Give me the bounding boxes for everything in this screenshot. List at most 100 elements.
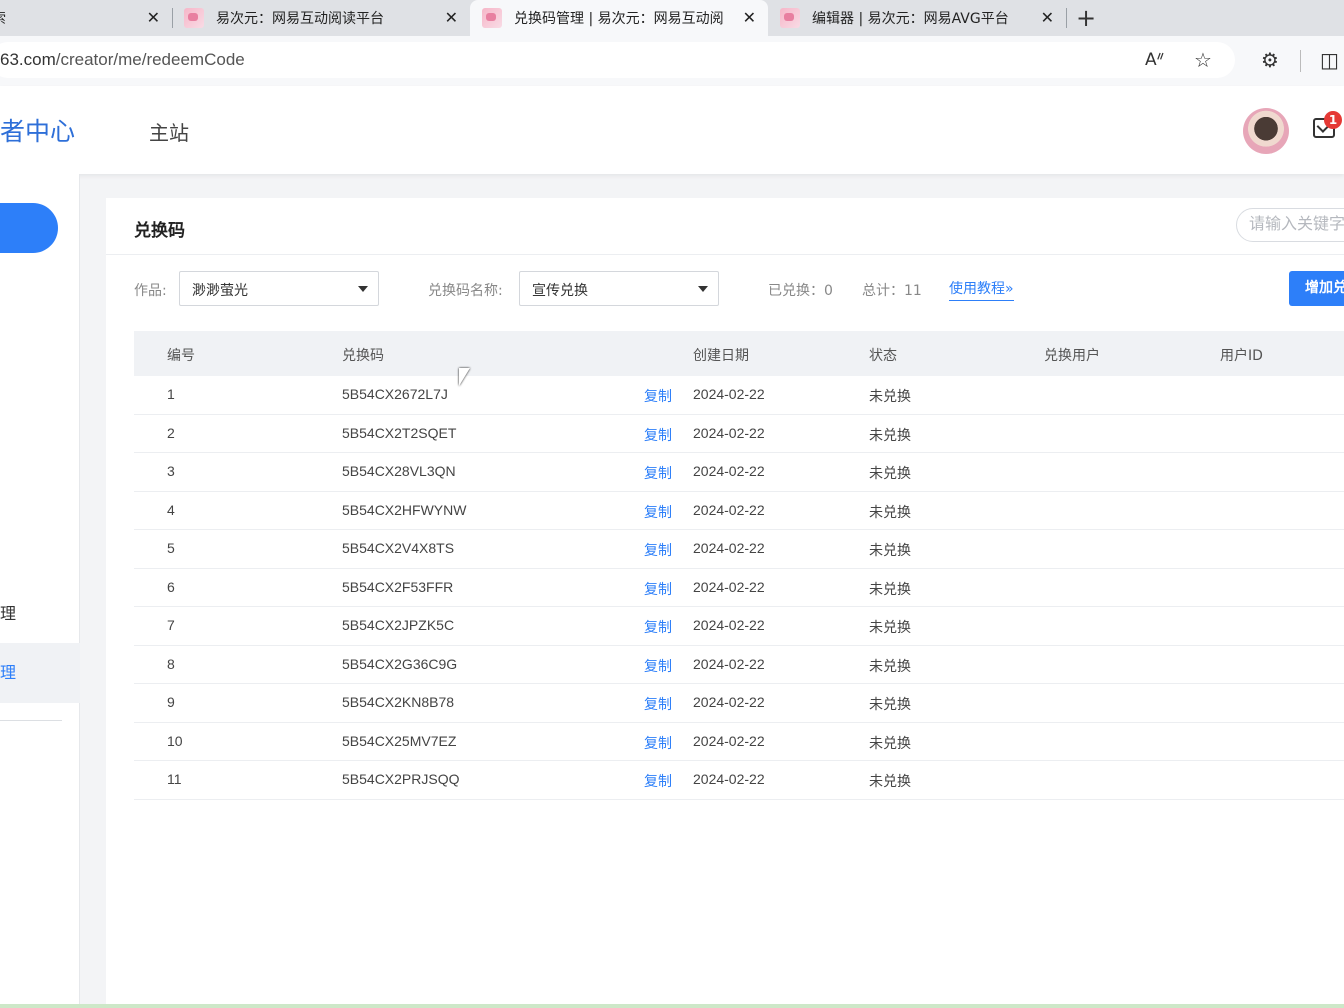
tab-separator bbox=[172, 8, 173, 28]
sidebar-item-label: 理 bbox=[0, 604, 17, 623]
cell-code: 5B54CX25MV7EZ bbox=[342, 732, 457, 749]
column-header: 状态 bbox=[869, 348, 897, 364]
tab-title: 易次元：网易互动阅读平台 bbox=[216, 11, 384, 27]
table-row: 9 5B54CX2KN8B78 复制 2024-02-22 未兑换 bbox=[134, 684, 1344, 723]
cell-id: 5 bbox=[167, 540, 175, 556]
cell-id: 6 bbox=[167, 578, 175, 595]
table-body: 1 5B54CX2672L7J 复制 2024-02-22 未兑换 2 5B54CX2T2S… bbox=[134, 376, 1344, 800]
copy-link[interactable]: 复制 bbox=[644, 540, 672, 560]
column-header: 创建日期 bbox=[693, 348, 749, 364]
close-icon[interactable]: ✕ bbox=[743, 8, 756, 27]
cell-id: 2 bbox=[167, 424, 175, 441]
table-row: 7 5B54CX2JPZK5C 复制 2024-02-22 未兑换 bbox=[134, 607, 1344, 646]
cell-date: 2024-02-22 bbox=[693, 501, 765, 518]
favorite-star-icon[interactable]: ☆ bbox=[1194, 48, 1212, 72]
browser-tab[interactable]: 索 ✕ bbox=[0, 0, 172, 36]
new-tab-plus-icon[interactable]: + bbox=[1076, 4, 1096, 32]
cell-date: 2024-02-22 bbox=[693, 655, 765, 672]
cell-date: 2024-02-22 bbox=[693, 386, 765, 402]
close-icon[interactable]: ✕ bbox=[445, 8, 458, 27]
sidebar-item-active[interactable]: 理 bbox=[0, 643, 80, 703]
code-name-select[interactable]: 宣传兑换 bbox=[519, 271, 719, 306]
copy-link[interactable]: 复制 bbox=[644, 502, 672, 522]
cell-id: 9 bbox=[167, 694, 175, 710]
brand-title[interactable]: 者中心 bbox=[0, 112, 75, 148]
column-header: 编号 bbox=[167, 348, 195, 364]
tutorial-link[interactable]: 使用教程» bbox=[949, 278, 1014, 301]
cell-status: 未兑换 bbox=[869, 543, 911, 559]
table-row: 5 5B54CX2V4X8TS 复制 2024-02-22 未兑换 bbox=[134, 530, 1344, 569]
column-header: 用户ID bbox=[1220, 348, 1263, 364]
cell-date: 2024-02-22 bbox=[693, 617, 765, 633]
browser-tab[interactable]: 编辑器 | 易次元：网易AVG平台 ✕ bbox=[768, 0, 1066, 36]
cell-status: 未兑换 bbox=[869, 735, 911, 752]
cell-id: 3 bbox=[167, 463, 175, 479]
sidebar-divider bbox=[0, 720, 62, 721]
cell-date: 2024-02-22 bbox=[693, 578, 765, 595]
sidebar-primary-button[interactable] bbox=[0, 203, 58, 253]
tab-title: 索 bbox=[0, 8, 6, 28]
browser-tab[interactable]: 易次元：网易互动阅读平台 ✕ bbox=[180, 0, 470, 36]
extensions-icon[interactable]: ⚙ bbox=[1261, 48, 1279, 72]
sidebar-item-label: 理 bbox=[0, 663, 17, 682]
cell-code: 5B54CX2KN8B78 bbox=[342, 694, 455, 710]
cell-status: 未兑换 bbox=[869, 774, 911, 790]
table-row: 3 5B54CX28VL3QN 复制 2024-02-22 未兑换 bbox=[134, 453, 1344, 492]
cell-status: 未兑换 bbox=[869, 658, 911, 675]
mouse-cursor-icon bbox=[459, 368, 470, 386]
dropdown-caret-icon bbox=[358, 286, 368, 292]
code-name-filter-label: 兑换码名称: bbox=[428, 283, 503, 299]
cell-id: 4 bbox=[167, 501, 175, 518]
sidebar-item[interactable]: 理 bbox=[0, 584, 80, 644]
site-favicon-icon bbox=[184, 8, 204, 28]
browser-tab-active[interactable]: 兑换码管理 | 易次元：网易互动阅 ✕ bbox=[470, 0, 768, 36]
cell-code: 5B54CX2G36C9G bbox=[342, 655, 458, 672]
copy-link[interactable]: 复制 bbox=[644, 694, 672, 714]
table-row: 4 5B54CX2HFWYNW 复制 2024-02-22 未兑换 bbox=[134, 492, 1344, 530]
copy-link[interactable]: 复制 bbox=[644, 463, 672, 483]
read-aloud-icon[interactable]: Aᐥ bbox=[1145, 50, 1165, 70]
copy-link[interactable]: 复制 bbox=[644, 771, 672, 791]
toolbar-separator bbox=[1300, 50, 1301, 72]
cell-id: 1 bbox=[167, 386, 175, 402]
search-box[interactable] bbox=[1236, 208, 1344, 242]
cell-status: 未兑换 bbox=[869, 504, 911, 521]
table-row: 11 5B54CX2PRJSQQ 复制 2024-02-22 未兑换 bbox=[134, 761, 1344, 800]
cell-code: 5B54CX2JPZK5C bbox=[342, 617, 455, 633]
nav-home-link[interactable]: 主站 bbox=[149, 117, 189, 146]
url-host: 63.com bbox=[0, 50, 56, 69]
user-avatar[interactable] bbox=[1243, 108, 1289, 154]
copy-link[interactable]: 复制 bbox=[644, 617, 672, 637]
copy-link[interactable]: 复制 bbox=[644, 733, 672, 753]
cell-code: 5B54CX2V4X8TS bbox=[342, 540, 455, 556]
cell-id: 11 bbox=[167, 771, 182, 787]
work-select-value: 渺渺萤光 bbox=[192, 283, 248, 299]
copy-link[interactable]: 复制 bbox=[644, 386, 672, 406]
total-count: 总计：11 bbox=[862, 283, 922, 299]
table-row: 8 5B54CX2G36C9G 复制 2024-02-22 未兑换 bbox=[134, 646, 1344, 684]
work-select[interactable]: 渺渺萤光 bbox=[179, 271, 379, 306]
close-icon[interactable]: ✕ bbox=[1041, 8, 1054, 27]
table-header: 编号 兑换码 创建日期 状态 兑换用户 用户ID bbox=[134, 331, 1344, 376]
table-row: 10 5B54CX25MV7EZ 复制 2024-02-22 未兑换 bbox=[134, 723, 1344, 761]
copy-link[interactable]: 复制 bbox=[644, 579, 672, 599]
cell-status: 未兑换 bbox=[869, 466, 911, 482]
add-redeem-code-button[interactable]: 增加兑换码 bbox=[1289, 271, 1344, 306]
tab-title: 兑换码管理 | 易次元：网易互动阅 bbox=[514, 11, 724, 27]
url-field[interactable]: 63.com/creator/me/redeemCode bbox=[0, 42, 1235, 78]
cell-date: 2024-02-22 bbox=[693, 771, 765, 787]
site-favicon-icon bbox=[482, 8, 502, 28]
site-header: 者中心 主站 1 bbox=[0, 86, 1344, 174]
cell-date: 2024-02-22 bbox=[693, 463, 765, 479]
copy-link[interactable]: 复制 bbox=[644, 656, 672, 676]
cell-date: 2024-02-22 bbox=[693, 424, 765, 441]
column-header: 兑换用户 bbox=[1044, 348, 1100, 364]
split-screen-icon[interactable]: ◫ bbox=[1320, 48, 1339, 72]
search-input[interactable] bbox=[1249, 209, 1344, 241]
close-icon[interactable]: ✕ bbox=[147, 8, 160, 27]
url-text: 63.com/creator/me/redeemCode bbox=[0, 50, 245, 70]
cell-date: 2024-02-22 bbox=[693, 540, 765, 556]
cell-status: 未兑换 bbox=[869, 620, 911, 636]
copy-link[interactable]: 复制 bbox=[644, 425, 672, 445]
cell-code: 5B54CX2F53FFR bbox=[342, 578, 454, 595]
